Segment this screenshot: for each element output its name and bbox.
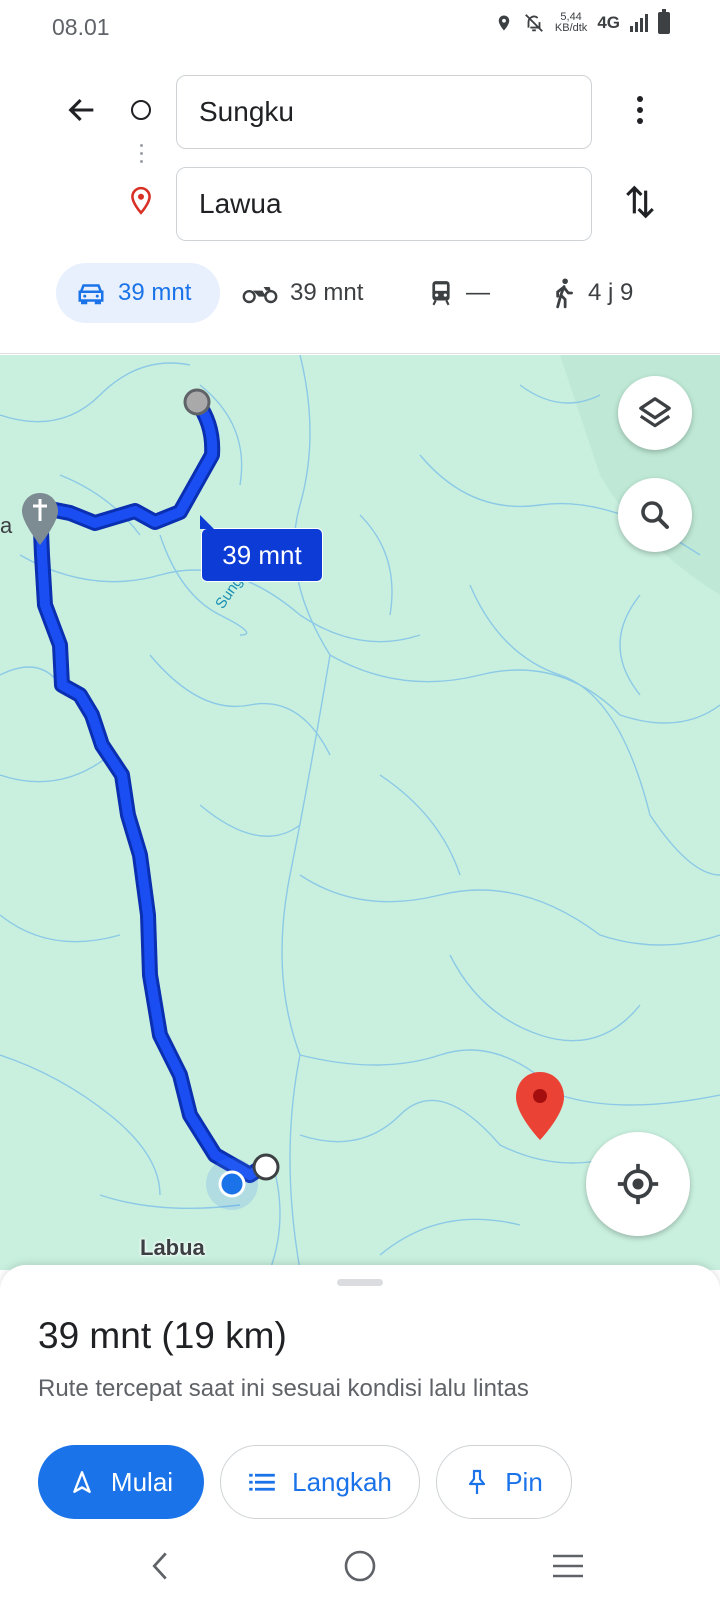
route-time-label[interactable]: 39 mnt bbox=[200, 515, 323, 582]
route-summary: 39 mnt (19 km) bbox=[38, 1315, 287, 1356]
signal-icon bbox=[630, 14, 648, 32]
place-label[interactable]: Labua bbox=[140, 1235, 205, 1261]
network-type: 4G bbox=[597, 13, 620, 32]
steps-button-label: Langkah bbox=[292, 1466, 392, 1497]
layers-button[interactable] bbox=[618, 376, 692, 450]
status-icons: 5,44 KB/dtk 4G bbox=[495, 9, 670, 34]
map-view[interactable]: a Sungai la 39 mnt Labua bbox=[0, 355, 720, 1270]
nav-recents-button[interactable] bbox=[548, 1546, 588, 1586]
car-icon bbox=[78, 284, 104, 305]
nav-back-button[interactable] bbox=[138, 1544, 182, 1588]
mode-motorcycle-label: 39 mnt bbox=[290, 279, 364, 306]
more-options-button[interactable] bbox=[620, 86, 660, 134]
net-speed-unit: KB/dtk bbox=[554, 22, 588, 34]
home-circle-icon bbox=[344, 1550, 376, 1582]
mode-walk-tab[interactable]: 4 j 9 bbox=[550, 263, 633, 323]
map-search-button[interactable] bbox=[618, 478, 692, 552]
mode-transit-tab[interactable]: — bbox=[428, 263, 548, 323]
start-button-label: Mulai bbox=[110, 1466, 174, 1497]
location-icon bbox=[498, 15, 510, 31]
drag-handle[interactable] bbox=[337, 1279, 383, 1286]
chevron-left-icon bbox=[152, 1552, 167, 1580]
directions-header: Sungku Lawua 39 mnt 39 mnt — 4 j 9 bbox=[0, 56, 720, 354]
layers-icon bbox=[639, 397, 671, 428]
net-speed: 5,44 KB/dtk bbox=[555, 12, 587, 34]
connector-dots-icon bbox=[140, 144, 143, 168]
status-bar: 08.01 5,44 KB/dtk 4G bbox=[0, 0, 720, 56]
search-icon bbox=[641, 501, 669, 529]
start-button[interactable]: Mulai bbox=[38, 1445, 204, 1519]
steps-button[interactable]: Langkah bbox=[220, 1445, 420, 1519]
mode-walk-label: 4 j 9 bbox=[588, 279, 634, 306]
route-start-marker bbox=[183, 388, 211, 416]
mode-car-label: 39 mnt bbox=[118, 279, 192, 306]
origin-input[interactable]: Sungku bbox=[176, 75, 592, 149]
arrow-back-icon bbox=[68, 98, 94, 122]
pushpin-icon bbox=[469, 1469, 486, 1494]
mode-car-tab[interactable]: 39 mnt bbox=[56, 263, 220, 323]
origin-dot-icon bbox=[131, 100, 151, 120]
route-description: Rute tercepat saat ini sesuai kondisi la… bbox=[38, 1375, 529, 1402]
gps-crosshair-icon bbox=[617, 1163, 659, 1205]
map-edge-label: a bbox=[0, 513, 13, 538]
battery-icon bbox=[658, 9, 670, 34]
menu-lines-icon bbox=[553, 1554, 583, 1578]
swap-vert-icon bbox=[626, 185, 654, 219]
my-location-button[interactable] bbox=[586, 1132, 690, 1236]
mode-motorcycle-tab[interactable]: 39 mnt bbox=[242, 263, 392, 323]
map-canvas bbox=[0, 355, 720, 1270]
motorcycle-icon bbox=[242, 287, 278, 304]
mute-bell-icon bbox=[525, 14, 543, 32]
walk-icon bbox=[556, 278, 573, 309]
back-button[interactable] bbox=[58, 86, 106, 134]
mode-transit-label: — bbox=[466, 279, 490, 306]
train-icon bbox=[432, 281, 450, 306]
route-end-marker bbox=[252, 1153, 280, 1181]
swap-button[interactable] bbox=[618, 178, 662, 226]
list-icon bbox=[249, 1473, 275, 1491]
navigation-arrow-icon bbox=[73, 1471, 91, 1493]
pin-button-label: Pin bbox=[505, 1466, 543, 1497]
status-time: 08.01 bbox=[52, 14, 110, 40]
travel-modes: 39 mnt 39 mnt — 4 j 9 bbox=[56, 263, 633, 323]
pin-button[interactable]: Pin bbox=[436, 1445, 572, 1519]
destination-pin-icon bbox=[128, 186, 154, 221]
action-buttons: Mulai Langkah Pin bbox=[38, 1445, 572, 1519]
nav-home-button[interactable] bbox=[340, 1546, 380, 1586]
destination-input[interactable]: Lawua bbox=[176, 167, 592, 241]
system-nav-bar bbox=[0, 1532, 720, 1612]
my-location-dot bbox=[218, 1170, 246, 1198]
